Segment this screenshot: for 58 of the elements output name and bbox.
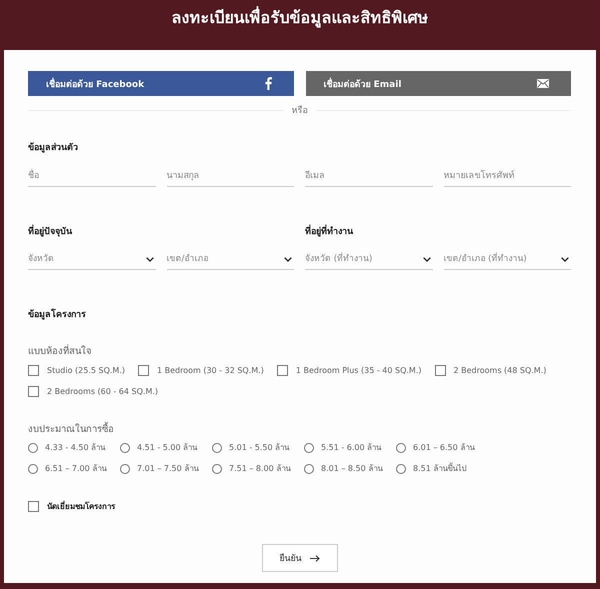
checkbox[interactable] <box>28 386 39 397</box>
input-field[interactable]: หมายเลขโทรศัพท์ <box>444 167 571 187</box>
chevron-down-icon <box>284 257 292 262</box>
checkbox[interactable] <box>434 365 446 376</box>
radio-label: 8.51 ล้านขึ้นไป <box>413 462 466 475</box>
radio-button[interactable] <box>304 442 314 452</box>
radio-button[interactable] <box>120 464 130 474</box>
checkbox-label: 2 Bedrooms (48 SQ.M.) <box>454 366 546 375</box>
field-label: งบประมาณในการซื้อ <box>28 421 114 436</box>
dropdown-field[interactable]: เขต/อำเภอ <box>166 251 294 270</box>
input-field[interactable]: นามสกุล <box>166 167 294 187</box>
radio-label: 7.01 – 7.50 ล้าน <box>137 463 198 475</box>
chevron-down-icon <box>422 257 430 262</box>
input-field[interactable]: อีเมล <box>305 167 432 187</box>
checkbox-label: Studio (25.5 SQ.M.) <box>47 366 125 375</box>
checkbox[interactable] <box>28 501 39 512</box>
radio-label: 4.33 - 4.50 ล้าน <box>45 442 106 454</box>
input-field[interactable]: ชื่อ <box>28 167 156 187</box>
field-label: แบบห้องที่สนใจ <box>28 343 92 358</box>
radio-button[interactable] <box>396 442 406 452</box>
checkbox-label: 1 Bedroom Plus (35 - 40 SQ.M.) <box>296 366 422 375</box>
radio-button[interactable] <box>28 464 38 474</box>
email-login-button[interactable]: เชื่อมต่อด้วย Email <box>306 71 571 96</box>
divider-text: หรือ <box>292 104 308 117</box>
checkbox[interactable] <box>276 365 288 376</box>
radio-button[interactable] <box>28 442 38 452</box>
radio-button[interactable] <box>304 464 314 474</box>
checkbox-label: 1 Bedroom (30 - 32 SQ.M.) <box>156 366 264 375</box>
checkbox[interactable] <box>28 365 39 376</box>
radio-label: 4.51 - 5.00 ล้าน <box>137 442 198 454</box>
arrow-right-icon <box>310 554 320 562</box>
chevron-down-icon <box>146 257 154 262</box>
radio-label: 8.01 – 8.50 ล้าน <box>321 463 382 475</box>
radio-label: 5.01 - 5.50 ล้าน <box>229 442 290 454</box>
section-heading: ที่อยู่ที่ทำงาน <box>305 227 353 237</box>
section-heading: ข้อมูลโครงการ <box>28 310 86 320</box>
radio-label: 6.01 – 6.50 ล้าน <box>413 442 474 454</box>
submit-button[interactable]: ยืนยัน <box>262 544 338 572</box>
dropdown-field[interactable]: จังหวัด <box>28 251 156 270</box>
chevron-down-icon <box>561 257 569 262</box>
section-heading: ข้อมูลส่วนตัว <box>28 143 78 153</box>
checkbox[interactable] <box>138 365 149 376</box>
radio-label: 6.51 – 7.00 ล้าน <box>45 463 106 475</box>
envelope-icon <box>537 79 549 88</box>
radio-button[interactable] <box>396 464 406 474</box>
radio-label: 5.51 - 6.00 ล้าน <box>321 442 382 454</box>
section-heading: ที่อยู่ปัจจุบัน <box>28 227 72 237</box>
facebook-icon <box>264 77 272 90</box>
dropdown-field[interactable]: เขต/อำเภอ (ที่ทำงาน) <box>444 251 571 270</box>
radio-button[interactable] <box>212 442 222 452</box>
checkbox-label: 2 Bedrooms (60 - 64 SQ.M.) <box>47 387 158 396</box>
page-title: ลงทะเบียนเพื่อรับข้อมูลและสิทธิพิเศษ <box>172 5 428 30</box>
dropdown-field[interactable]: จังหวัด (ที่ทำงาน) <box>305 251 432 270</box>
radio-label: 7.51 – 8.00 ล้าน <box>229 463 290 475</box>
facebook-login-button[interactable]: เชื่อมต่อด้วย Facebook <box>28 71 294 96</box>
checkbox-label: นัดเยี่ยมชมโครงการ <box>47 500 115 513</box>
radio-button[interactable] <box>212 464 222 474</box>
radio-button[interactable] <box>120 442 130 452</box>
